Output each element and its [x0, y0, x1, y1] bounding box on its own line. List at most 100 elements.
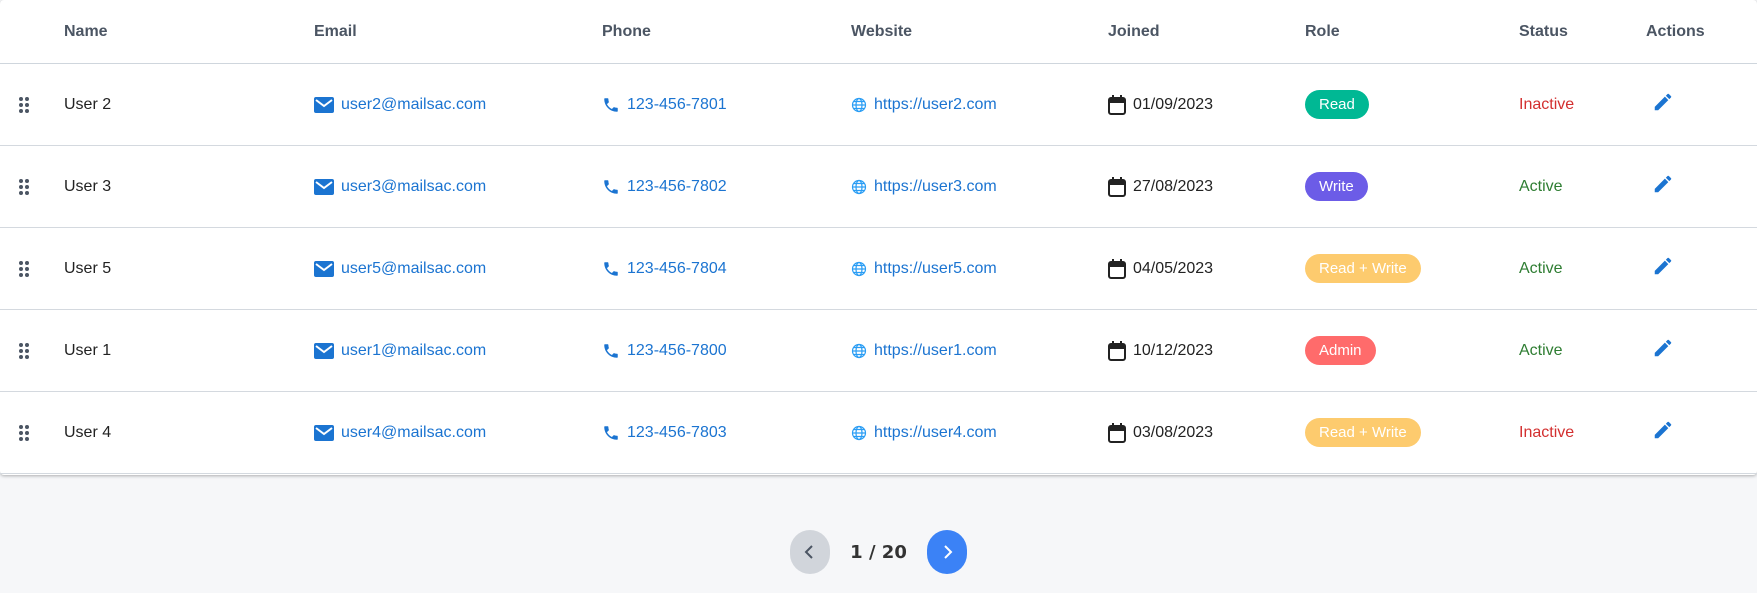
joined-date: 10/12/2023 [1108, 310, 1213, 391]
edit-button[interactable] [1652, 64, 1674, 145]
status-text: Active [1519, 177, 1563, 195]
phone-icon [602, 178, 620, 196]
drag-handle-icon[interactable] [18, 228, 30, 309]
header-website[interactable]: Website [851, 0, 912, 63]
calendar-icon [1108, 176, 1126, 197]
phone-link[interactable]: 123-456-7801 [602, 64, 727, 145]
website-link[interactable]: https://user1.com [851, 310, 997, 391]
website-link[interactable]: https://user2.com [851, 64, 997, 145]
header-actions: Actions [1646, 22, 1705, 40]
status-text: Inactive [1519, 423, 1575, 441]
joined-text: 10/12/2023 [1133, 341, 1214, 359]
header-name[interactable]: Name [64, 0, 108, 63]
website-text: https://user5.com [874, 259, 997, 277]
joined-date: 03/08/2023 [1108, 392, 1213, 473]
role-cell: Admin [1305, 310, 1376, 391]
chevron-right-icon [944, 545, 953, 559]
table-header: Name Email Phone Website Joined Role Sta… [0, 0, 1757, 64]
status-text: Inactive [1519, 95, 1575, 113]
role-badge: Write [1305, 172, 1368, 201]
website-link[interactable]: https://user5.com [851, 228, 997, 309]
calendar-icon [1108, 422, 1126, 443]
phone-link[interactable]: 123-456-7803 [602, 392, 727, 473]
email-link[interactable]: user2@mailsac.com [314, 64, 486, 145]
user-name: User 1 [64, 341, 112, 359]
status-text: Active [1519, 259, 1563, 277]
email-text: user5@mailsac.com [341, 259, 487, 277]
edit-button[interactable] [1652, 228, 1674, 309]
calendar-icon [1108, 340, 1126, 361]
user-name: User 5 [64, 259, 112, 277]
website-link[interactable]: https://user3.com [851, 146, 997, 227]
website-link[interactable]: https://user4.com [851, 392, 997, 473]
user-name: User 2 [64, 95, 112, 113]
role-badge: Read + Write [1305, 254, 1421, 283]
phone-icon [602, 96, 620, 114]
phone-text: 123-456-7804 [627, 259, 727, 277]
table-row: User 2 user2@mailsac.com 123-456-7801 ht… [0, 64, 1757, 146]
role-badge: Admin [1305, 336, 1376, 365]
joined-text: 01/09/2023 [1133, 95, 1214, 113]
header-joined[interactable]: Joined [1108, 0, 1160, 63]
website-text: https://user1.com [874, 341, 997, 359]
email-link[interactable]: user4@mailsac.com [314, 392, 486, 473]
table-row: User 1 user1@mailsac.com 123-456-7800 ht… [0, 310, 1757, 392]
drag-handle-icon[interactable] [18, 64, 30, 145]
edit-button[interactable] [1652, 146, 1674, 227]
globe-icon [851, 425, 867, 441]
email-link[interactable]: user1@mailsac.com [314, 310, 486, 391]
joined-text: 27/08/2023 [1133, 177, 1214, 195]
page-indicator: 1 / 20 [850, 541, 907, 563]
email-text: user1@mailsac.com [341, 341, 487, 359]
drag-handle-icon[interactable] [18, 392, 30, 473]
pencil-icon [1652, 91, 1674, 118]
phone-link[interactable]: 123-456-7800 [602, 310, 727, 391]
website-text: https://user2.com [874, 95, 997, 113]
mail-icon [314, 178, 334, 195]
role-badge: Read + Write [1305, 418, 1421, 447]
header-status[interactable]: Status [1519, 0, 1568, 63]
table-row: User 4 user4@mailsac.com 123-456-7803 ht… [0, 392, 1757, 474]
email-text: user3@mailsac.com [341, 177, 487, 195]
website-text: https://user3.com [874, 177, 997, 195]
header-phone[interactable]: Phone [602, 0, 651, 63]
drag-handle-icon[interactable] [18, 146, 30, 227]
role-badge: Read [1305, 90, 1369, 119]
role-cell: Read + Write [1305, 392, 1421, 473]
role-cell: Write [1305, 146, 1368, 227]
table-row: User 3 user3@mailsac.com 123-456-7802 ht… [0, 146, 1757, 228]
pencil-icon [1652, 255, 1674, 282]
status-text: Active [1519, 341, 1563, 359]
joined-date: 27/08/2023 [1108, 146, 1213, 227]
role-cell: Read + Write [1305, 228, 1421, 309]
calendar-icon [1108, 94, 1126, 115]
email-text: user2@mailsac.com [341, 95, 487, 113]
website-text: https://user4.com [874, 423, 997, 441]
chevron-left-icon [804, 545, 813, 559]
prev-page-button[interactable] [790, 530, 831, 574]
globe-icon [851, 97, 867, 113]
header-email[interactable]: Email [314, 0, 357, 63]
calendar-icon [1108, 258, 1126, 279]
email-link[interactable]: user5@mailsac.com [314, 228, 486, 309]
edit-button[interactable] [1652, 392, 1674, 473]
next-page-button[interactable] [926, 530, 967, 574]
phone-link[interactable]: 123-456-7802 [602, 146, 727, 227]
user-name: User 4 [64, 423, 112, 441]
joined-text: 04/05/2023 [1133, 259, 1214, 277]
edit-button[interactable] [1652, 310, 1674, 391]
pencil-icon [1652, 337, 1674, 364]
phone-link[interactable]: 123-456-7804 [602, 228, 727, 309]
drag-handle-icon[interactable] [18, 310, 30, 391]
email-link[interactable]: user3@mailsac.com [314, 146, 486, 227]
header-role[interactable]: Role [1305, 0, 1340, 63]
globe-icon [851, 261, 867, 277]
mail-icon [314, 96, 334, 113]
joined-date: 04/05/2023 [1108, 228, 1213, 309]
pencil-icon [1652, 419, 1674, 446]
globe-icon [851, 179, 867, 195]
globe-icon [851, 343, 867, 359]
mail-icon [314, 260, 334, 277]
joined-date: 01/09/2023 [1108, 64, 1213, 145]
joined-text: 03/08/2023 [1133, 423, 1214, 441]
